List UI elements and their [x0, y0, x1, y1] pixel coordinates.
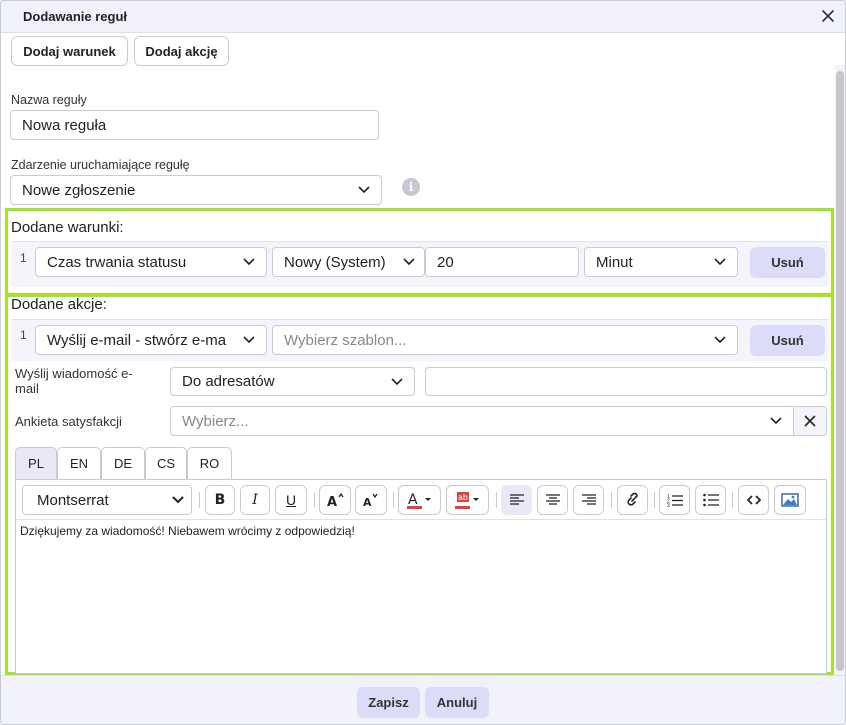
clear-icon — [804, 415, 816, 427]
trigger-select[interactable]: Nowe zgłoszenie — [10, 175, 382, 205]
condition-status-value: Nowy (System) — [284, 253, 386, 271]
tab-en[interactable]: EN — [57, 447, 101, 479]
send-email-select[interactable]: Do adresatów — [170, 367, 415, 396]
rule-name-input[interactable]: Nowa reguła — [10, 110, 379, 140]
toolbar-separator — [654, 492, 655, 508]
ordered-list-icon[interactable]: 123 — [659, 485, 690, 515]
chevron-down-icon — [770, 417, 782, 425]
tab-ro[interactable]: RO — [187, 447, 232, 479]
dialog-title: Dodawanie reguł — [23, 9, 128, 24]
condition-amount-input[interactable]: 20 — [425, 247, 579, 277]
dialog-footer: Zapisz Anuluj — [1, 675, 845, 724]
toolbar-separator — [199, 492, 200, 508]
svg-text:A: A — [408, 492, 418, 508]
action-type-select[interactable]: Wyślij e-mail - stwórz e-ma — [35, 325, 267, 355]
trigger-select-value: Nowe zgłoszenie — [22, 181, 136, 199]
chevron-down-icon — [243, 258, 255, 266]
condition-unit-select[interactable]: Minut — [584, 247, 738, 277]
chevron-down-icon — [714, 258, 726, 266]
chevron-down-icon — [714, 336, 726, 344]
code-icon[interactable] — [738, 485, 769, 515]
dialog-titlebar: Dodawanie reguł — [1, 1, 845, 33]
clear-survey-button[interactable] — [793, 406, 827, 436]
svg-text:A: A — [363, 496, 372, 508]
template-placeholder: Wybierz szablon... — [284, 331, 407, 349]
unordered-list-icon[interactable] — [695, 485, 726, 515]
info-icon[interactable]: i — [402, 178, 420, 196]
svg-text:3: 3 — [667, 503, 670, 507]
rules-dialog: Dodawanie reguł Dodaj warunek Dodaj akcj… — [0, 0, 846, 725]
survey-placeholder: Wybierz... — [182, 412, 249, 430]
send-email-value: Do adresatów — [182, 373, 275, 390]
conditions-title: Dodane warunki: — [11, 219, 124, 236]
editor-toolbar: Montserrat B I U A A A ab 1 2 3 — [16, 480, 826, 520]
align-center-icon[interactable] — [537, 485, 568, 515]
chevron-down-icon — [391, 377, 403, 385]
svg-text:ab: ab — [458, 493, 468, 502]
remove-condition-button[interactable]: Usuń — [750, 247, 825, 278]
condition-type-select[interactable]: Czas trwania statusu — [35, 247, 267, 277]
action-row-number: 1 — [20, 328, 27, 342]
cancel-button[interactable]: Anuluj — [425, 687, 489, 718]
actions-title: Dodane akcje: — [11, 296, 107, 313]
underline-icon[interactable]: U — [275, 485, 307, 515]
add-condition-button[interactable]: Dodaj warunek — [11, 36, 128, 66]
rule-name-label: Nazwa reguły — [11, 93, 87, 107]
save-button[interactable]: Zapisz — [357, 687, 420, 718]
trigger-label: Zdarzenie uruchamiające regułę — [11, 158, 190, 172]
remove-action-button[interactable]: Usuń — [750, 325, 825, 356]
email-editor[interactable]: Montserrat B I U A A A ab 1 2 3 Dziękuje… — [15, 479, 827, 674]
toolbar-separator — [611, 492, 612, 508]
toolbar-separator — [314, 492, 315, 508]
align-right-icon[interactable] — [573, 485, 604, 515]
toolbar-separator — [732, 492, 733, 508]
editor-content[interactable]: Dziękujemy za wiadomość! Niebawem wrócim… — [20, 524, 355, 538]
svg-text:A: A — [327, 495, 337, 508]
toolbar-separator — [496, 492, 497, 508]
condition-type-value: Czas trwania statusu — [47, 253, 187, 271]
image-icon[interactable] — [774, 485, 806, 515]
chevron-down-icon — [403, 258, 415, 266]
highlight-color-icon[interactable]: ab — [446, 485, 489, 515]
font-family-select[interactable]: Montserrat — [22, 485, 192, 515]
toolbar-separator — [393, 492, 394, 508]
chevron-down-icon — [358, 186, 370, 194]
font-family-value: Montserrat — [37, 491, 109, 509]
condition-row-number: 1 — [20, 251, 27, 265]
font-size-decrease-icon[interactable]: A — [355, 485, 387, 515]
italic-icon[interactable]: I — [240, 485, 270, 515]
close-icon[interactable] — [819, 7, 837, 25]
font-size-increase-icon[interactable]: A — [319, 485, 351, 515]
send-email-label: Wyślij wiadomość e-mail — [15, 366, 133, 396]
chevron-down-icon — [172, 496, 184, 504]
tab-cs[interactable]: CS — [145, 447, 187, 479]
template-select[interactable]: Wybierz szablon... — [272, 325, 738, 355]
survey-label: Ankieta satysfakcji — [15, 414, 122, 429]
condition-status-select[interactable]: Nowy (System) — [272, 247, 425, 277]
survey-select[interactable]: Wybierz... — [170, 406, 794, 436]
align-left-icon[interactable] — [501, 485, 532, 515]
bold-icon[interactable]: B — [205, 485, 235, 515]
action-type-value: Wyślij e-mail - stwórz e-ma — [47, 331, 227, 349]
send-email-extra-input[interactable] — [425, 367, 827, 396]
add-action-button[interactable]: Dodaj akcję — [134, 36, 229, 66]
text-color-icon[interactable]: A — [398, 485, 441, 515]
link-icon[interactable] — [617, 485, 648, 515]
scrollbar-thumb[interactable] — [836, 71, 844, 671]
condition-unit-value: Minut — [596, 253, 633, 271]
tab-pl[interactable]: PL — [15, 447, 57, 479]
chevron-down-icon — [243, 336, 255, 344]
tab-de[interactable]: DE — [101, 447, 145, 479]
